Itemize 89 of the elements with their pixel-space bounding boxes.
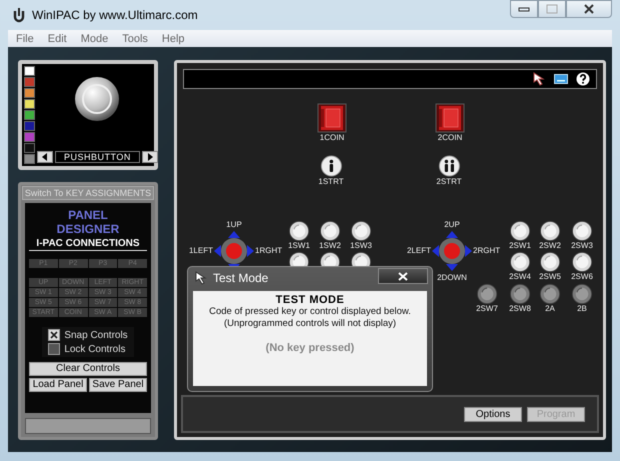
coin-door-icon (317, 103, 347, 133)
color-swatch[interactable] (24, 66, 35, 76)
control-label: 2COIN (438, 133, 462, 142)
checkbox-label: Snap Controls (64, 330, 128, 340)
control-label: 1STRT (318, 177, 344, 186)
pushbutton-icon (540, 221, 560, 241)
minimize-button[interactable] (510, 0, 538, 18)
start-button-icon (438, 155, 460, 177)
switch-button[interactable]: Switch To KEY ASSIGNMENTS (22, 186, 154, 200)
clear-button[interactable]: Clear Controls (29, 362, 147, 376)
checkbox-label: Lock Controls (64, 344, 126, 354)
dialog-text: (Unprogrammed controls will not display) (224, 318, 396, 330)
pushbutton-icon (540, 284, 560, 304)
pushbutton-icon (572, 252, 592, 272)
start-button-icon (320, 155, 342, 177)
control-label: 1UP (226, 220, 242, 230)
control-label: 2LEFT (406, 246, 431, 256)
color-swatch[interactable] (24, 77, 35, 87)
control-label: 1SW1 (288, 241, 310, 250)
control-label: 2SW8 (509, 304, 531, 313)
control-label: 1SW3 (350, 241, 372, 250)
control-name: PUSHBUTTON (55, 151, 140, 163)
app-icon (12, 7, 26, 23)
color-swatch[interactable] (24, 121, 35, 131)
control-label: 2RGHT (473, 246, 500, 256)
control-label: 2SW6 (571, 272, 593, 281)
menu-item[interactable]: File (16, 32, 34, 44)
close-icon (398, 272, 408, 280)
control-label: 1RGHT (255, 246, 282, 256)
menu-item[interactable]: Help (162, 32, 185, 44)
footer-button[interactable]: Options (464, 406, 522, 422)
menu-item[interactable]: Edit (48, 32, 67, 44)
help-icon[interactable] (576, 72, 590, 86)
control-label: 2UP (444, 220, 460, 230)
section-heading: I-PAC CONNECTIONS (29, 238, 147, 251)
keyboard-icon[interactable] (554, 74, 568, 84)
pushbutton-icon (540, 252, 560, 272)
joystick-drawing (432, 231, 472, 271)
control-label: 1LEFT (188, 246, 213, 256)
control-label: 2DOWN (437, 273, 467, 283)
control-label: 2SW7 (476, 304, 498, 313)
pushbutton-preview (74, 76, 120, 122)
color-swatch[interactable] (24, 88, 35, 98)
close-icon (583, 4, 595, 14)
caret-left-icon (42, 153, 48, 161)
color-swatch[interactable] (24, 99, 35, 109)
dialog-title: Test Mode (213, 271, 268, 285)
maximize-icon (546, 4, 558, 14)
dialog-text: Code of pressed key or control displayed below. (209, 306, 411, 318)
minimize-icon (518, 6, 530, 12)
color-swatch[interactable] (24, 143, 35, 153)
window-title: WinIPAC by www.Ultimarc.com (32, 8, 198, 22)
load-button[interactable]: Load Panel (29, 378, 87, 392)
pushbutton-icon (510, 252, 530, 272)
checkbox[interactable] (48, 343, 60, 355)
control-label: 2SW3 (571, 241, 593, 250)
pushbutton-icon (572, 221, 592, 241)
key-status: (No key pressed) (266, 342, 354, 354)
color-swatch[interactable] (24, 110, 35, 120)
pushbutton-icon (320, 221, 340, 241)
pushbutton-icon (572, 284, 592, 304)
control-label: 2SW5 (539, 272, 561, 281)
control-label: 2B (577, 304, 587, 313)
control-label: 2A (545, 304, 555, 313)
caret-right-icon (146, 153, 153, 161)
pushbutton-icon (289, 221, 309, 241)
control-label: 1SW2 (319, 241, 341, 250)
coin-door-icon (435, 103, 465, 133)
previous-button[interactable] (37, 151, 53, 163)
control-label: 1COIN (320, 133, 344, 142)
control-label: 2SW1 (509, 241, 531, 250)
checkbox[interactable] (48, 329, 60, 341)
pushbutton-icon (351, 221, 371, 241)
close-button[interactable] (378, 268, 428, 284)
pushbutton-icon (510, 221, 530, 241)
menu-item[interactable]: Tools (122, 32, 148, 44)
pushbutton-icon (477, 284, 497, 304)
color-swatch[interactable] (24, 132, 35, 142)
menu-item[interactable]: Mode (80, 32, 108, 44)
dialog-heading: TEST MODE (276, 294, 344, 306)
control-label: 2SW4 (509, 272, 531, 281)
pushbutton-icon (510, 284, 530, 304)
save-button[interactable]: Save Panel (89, 378, 147, 392)
panel-heading: PANEL DESIGNER (56, 208, 120, 236)
control-label: 2STRT (436, 177, 462, 186)
close-button[interactable] (566, 0, 612, 18)
color-swatch[interactable] (24, 154, 35, 164)
control-label: 2SW2 (539, 241, 561, 250)
next-button[interactable] (142, 151, 158, 163)
